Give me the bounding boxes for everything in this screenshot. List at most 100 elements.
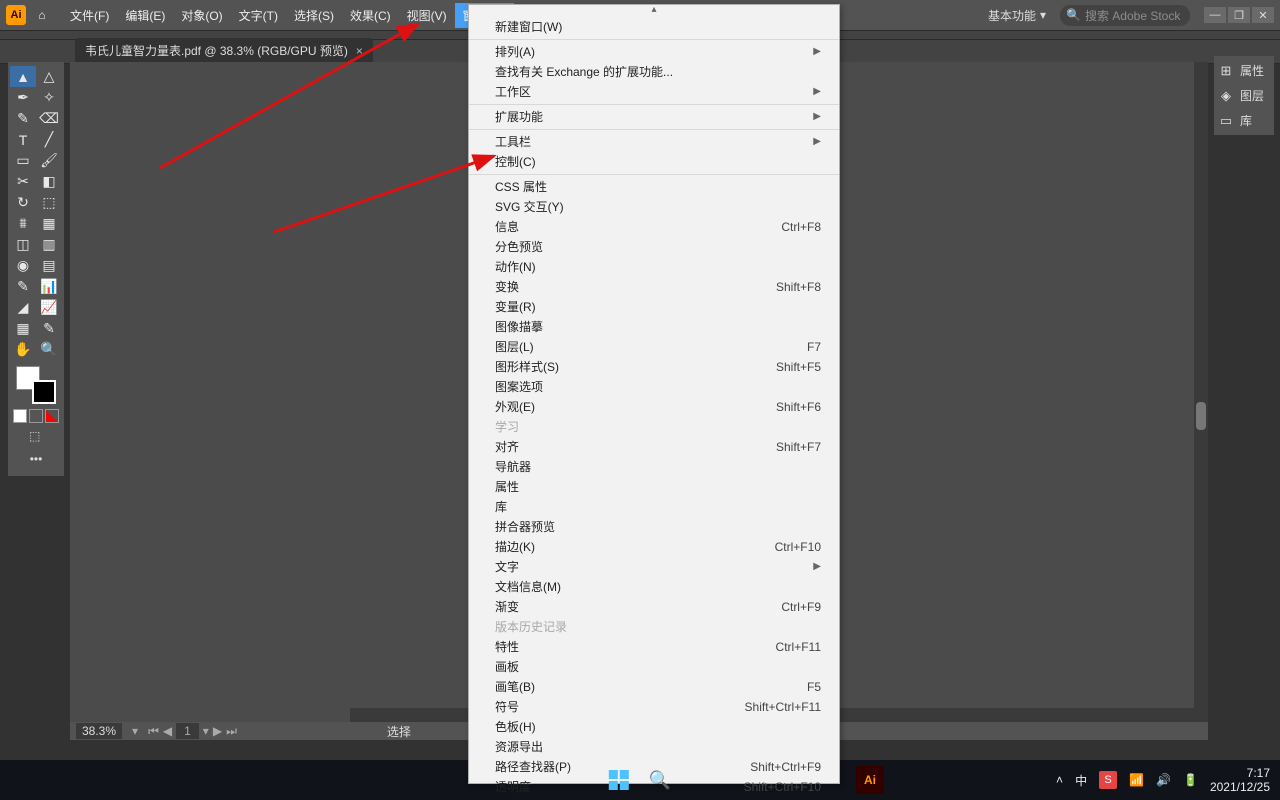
menu-对象[interactable]: 对象(O) bbox=[173, 3, 230, 28]
menu-item[interactable]: CSS 属性 bbox=[469, 177, 839, 197]
menu-item[interactable]: 文档信息(M) bbox=[469, 577, 839, 597]
tool-5[interactable]: ⌫ bbox=[36, 108, 62, 129]
menu-item[interactable]: 排列(A)▶ bbox=[469, 42, 839, 62]
panel-库[interactable]: ▭库 bbox=[1218, 112, 1270, 129]
tool-25[interactable]: ✎ bbox=[36, 318, 62, 339]
tool-16[interactable]: ◫ bbox=[10, 234, 36, 255]
tool-8[interactable]: ▭ bbox=[10, 150, 36, 171]
mode-color[interactable] bbox=[13, 409, 27, 423]
menu-item[interactable]: 变量(R) bbox=[469, 297, 839, 317]
tool-2[interactable]: ✒ bbox=[10, 87, 36, 108]
tool-23[interactable]: 📈 bbox=[36, 297, 62, 318]
menu-item[interactable]: 扩展功能▶ bbox=[469, 107, 839, 127]
menu-item[interactable]: 图案选项 bbox=[469, 377, 839, 397]
tool-0[interactable]: ▲ bbox=[10, 66, 36, 87]
next-icon[interactable]: ▶ bbox=[213, 724, 222, 738]
menu-item[interactable]: 图层(L)F7 bbox=[469, 337, 839, 357]
tool-26[interactable]: ✋ bbox=[10, 339, 36, 360]
tool-11[interactable]: ◧ bbox=[36, 171, 62, 192]
tool-22[interactable]: ◢ bbox=[10, 297, 36, 318]
menu-item[interactable]: SVG 交互(Y) bbox=[469, 197, 839, 217]
tool-20[interactable]: ✎ bbox=[10, 276, 36, 297]
artboard-number[interactable]: 1 bbox=[176, 723, 199, 739]
first-icon[interactable]: ⏮ bbox=[148, 724, 159, 739]
tool-4[interactable]: ✎ bbox=[10, 108, 36, 129]
volume-icon[interactable]: 🔊 bbox=[1156, 773, 1171, 787]
search-stock[interactable]: 🔍搜索 Adobe Stock bbox=[1060, 5, 1190, 26]
menu-item[interactable]: 画笔(B)F5 bbox=[469, 677, 839, 697]
tool-7[interactable]: ╱ bbox=[36, 129, 62, 150]
tool-17[interactable]: ▥ bbox=[36, 234, 62, 255]
chevron-down-icon[interactable]: ▾ bbox=[203, 724, 209, 738]
tool-1[interactable]: △ bbox=[36, 66, 62, 87]
tool-27[interactable]: 🔍 bbox=[36, 339, 62, 360]
battery-icon[interactable]: 🔋 bbox=[1183, 773, 1198, 787]
menu-item[interactable]: 文字▶ bbox=[469, 557, 839, 577]
menu-item[interactable]: 描边(K)Ctrl+F10 bbox=[469, 537, 839, 557]
menu-item[interactable]: 分色预览 bbox=[469, 237, 839, 257]
menu-item[interactable]: 变换Shift+F8 bbox=[469, 277, 839, 297]
menu-item[interactable]: 对齐Shift+F7 bbox=[469, 437, 839, 457]
chevron-down-icon[interactable]: ▾ bbox=[132, 724, 138, 738]
menu-item[interactable]: 渐变Ctrl+F9 bbox=[469, 597, 839, 617]
menu-item[interactable]: 工具栏▶ bbox=[469, 132, 839, 152]
last-icon[interactable]: ⏭ bbox=[226, 724, 237, 739]
workspace-switcher[interactable]: 基本功能▾ bbox=[982, 5, 1052, 26]
panel-属性[interactable]: ⊞属性 bbox=[1218, 62, 1270, 79]
ime-language[interactable]: 中 bbox=[1075, 772, 1087, 789]
tab-close-icon[interactable]: × bbox=[356, 44, 363, 58]
tool-18[interactable]: ◉ bbox=[10, 255, 36, 276]
mode-gradient[interactable] bbox=[29, 409, 43, 423]
tool-15[interactable]: ▦ bbox=[36, 213, 62, 234]
menu-item[interactable]: 导航器 bbox=[469, 457, 839, 477]
menu-编辑[interactable]: 编辑(E) bbox=[117, 3, 173, 28]
menu-文件[interactable]: 文件(F) bbox=[62, 3, 117, 28]
menu-item[interactable]: 工作区▶ bbox=[469, 82, 839, 102]
artboard-nav[interactable]: ⏮ ◀ 1 ▾ ▶ ⏭ bbox=[148, 723, 237, 739]
window-minimize[interactable]: — bbox=[1204, 7, 1226, 23]
menu-scroll-up-icon[interactable]: ▴ bbox=[469, 5, 839, 15]
menu-item[interactable]: 信息Ctrl+F8 bbox=[469, 217, 839, 237]
menu-item[interactable]: 库 bbox=[469, 497, 839, 517]
tool-10[interactable]: ✂ bbox=[10, 171, 36, 192]
start-button[interactable] bbox=[609, 770, 629, 790]
tool-9[interactable]: 🖌 bbox=[36, 150, 62, 171]
menu-item[interactable]: 特性Ctrl+F11 bbox=[469, 637, 839, 657]
menu-item[interactable]: 色板(H) bbox=[469, 717, 839, 737]
tool-24[interactable]: ▦ bbox=[10, 318, 36, 339]
tool-12[interactable]: ↻ bbox=[10, 192, 36, 213]
tool-14[interactable]: ⩩ bbox=[10, 213, 36, 234]
tool-6[interactable]: T bbox=[10, 129, 36, 150]
menu-item[interactable]: 新建窗口(W) bbox=[469, 17, 839, 37]
taskbar-illustrator-icon[interactable]: Ai bbox=[856, 766, 884, 794]
menu-item[interactable]: 查找有关 Exchange 的扩展功能... bbox=[469, 62, 839, 82]
taskbar-search-icon[interactable]: 🔍 bbox=[649, 770, 671, 791]
scrollbar-vertical[interactable] bbox=[1194, 62, 1208, 740]
panel-图层[interactable]: ◈图层 bbox=[1218, 87, 1270, 104]
menu-item[interactable]: 资源导出 bbox=[469, 737, 839, 757]
document-tab[interactable]: 韦氏儿童智力量表.pdf @ 38.3% (RGB/GPU 预览) × bbox=[75, 38, 373, 63]
scrollbar-thumb[interactable] bbox=[1196, 402, 1206, 430]
menu-item[interactable]: 符号Shift+Ctrl+F11 bbox=[469, 697, 839, 717]
zoom-level[interactable]: 38.3% bbox=[76, 723, 122, 739]
menu-item[interactable]: 动作(N) bbox=[469, 257, 839, 277]
menu-item[interactable]: 控制(C) bbox=[469, 152, 839, 172]
menu-item[interactable]: 外观(E)Shift+F6 bbox=[469, 397, 839, 417]
screen-mode[interactable]: ⬚ bbox=[29, 429, 43, 443]
prev-icon[interactable]: ◀ bbox=[163, 724, 172, 738]
menu-item[interactable]: 属性 bbox=[469, 477, 839, 497]
wifi-icon[interactable]: 📶 bbox=[1129, 773, 1144, 787]
tool-13[interactable]: ⬚ bbox=[36, 192, 62, 213]
tray-chevron-up-icon[interactable]: ˄ bbox=[1056, 773, 1063, 787]
tool-19[interactable]: ▤ bbox=[36, 255, 62, 276]
menu-选择[interactable]: 选择(S) bbox=[286, 3, 342, 28]
stroke-swatch[interactable] bbox=[32, 380, 56, 404]
window-restore[interactable]: ❐ bbox=[1228, 7, 1250, 23]
tool-21[interactable]: 📊 bbox=[36, 276, 62, 297]
window-close[interactable]: ✕ bbox=[1252, 7, 1274, 23]
tool-3[interactable]: ✧ bbox=[36, 87, 62, 108]
menu-item[interactable]: 拼合器预览 bbox=[469, 517, 839, 537]
edit-toolbar-icon[interactable]: ••• bbox=[10, 446, 62, 472]
menu-文字[interactable]: 文字(T) bbox=[231, 3, 286, 28]
system-clock[interactable]: 7:17 2021/12/25 bbox=[1210, 766, 1270, 794]
